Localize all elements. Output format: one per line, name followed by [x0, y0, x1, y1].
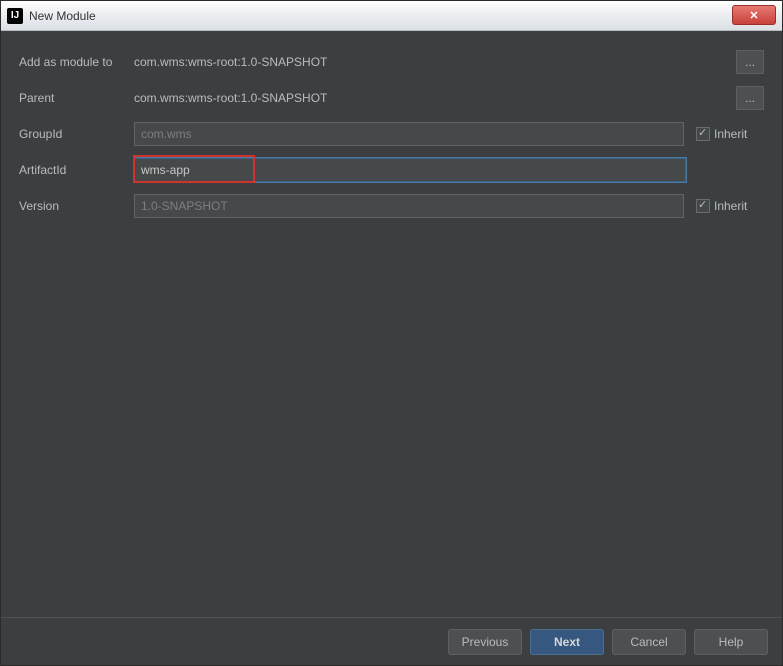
input-artifactid[interactable]	[134, 158, 686, 182]
label-artifactid: ArtifactId	[19, 163, 134, 177]
value-parent: com.wms:wms-root:1.0-SNAPSHOT	[134, 91, 736, 105]
close-button[interactable]: ✕	[732, 5, 776, 25]
label-groupid: GroupId	[19, 127, 134, 141]
inherit-version[interactable]: Inherit	[696, 199, 747, 213]
row-artifactid: ArtifactId	[19, 157, 764, 183]
row-parent: Parent com.wms:wms-root:1.0-SNAPSHOT ...	[19, 85, 764, 111]
inherit-version-label: Inherit	[714, 199, 747, 213]
label-add-module: Add as module to	[19, 55, 134, 69]
row-version: Version Inherit	[19, 193, 764, 219]
form-area: Add as module to com.wms:wms-root:1.0-SN…	[1, 31, 782, 219]
inherit-version-checkbox[interactable]	[696, 199, 710, 213]
browse-add-module-button[interactable]: ...	[736, 50, 764, 74]
input-version[interactable]	[134, 194, 684, 218]
previous-button[interactable]: Previous	[448, 629, 522, 655]
title-bar: IJ New Module ✕	[1, 1, 782, 31]
label-version: Version	[19, 199, 134, 213]
help-button[interactable]: Help	[694, 629, 768, 655]
next-button[interactable]: Next	[530, 629, 604, 655]
row-add-module: Add as module to com.wms:wms-root:1.0-SN…	[19, 49, 764, 75]
input-groupid[interactable]	[134, 122, 684, 146]
label-parent: Parent	[19, 91, 134, 105]
window-title: New Module	[29, 9, 96, 23]
inherit-groupid[interactable]: Inherit	[696, 127, 747, 141]
inherit-groupid-checkbox[interactable]	[696, 127, 710, 141]
value-add-module: com.wms:wms-root:1.0-SNAPSHOT	[134, 55, 736, 69]
inherit-groupid-label: Inherit	[714, 127, 747, 141]
row-groupid: GroupId Inherit	[19, 121, 764, 147]
footer: Previous Next Cancel Help	[1, 617, 782, 665]
browse-parent-button[interactable]: ...	[736, 86, 764, 110]
app-icon: IJ	[7, 8, 23, 24]
cancel-button[interactable]: Cancel	[612, 629, 686, 655]
